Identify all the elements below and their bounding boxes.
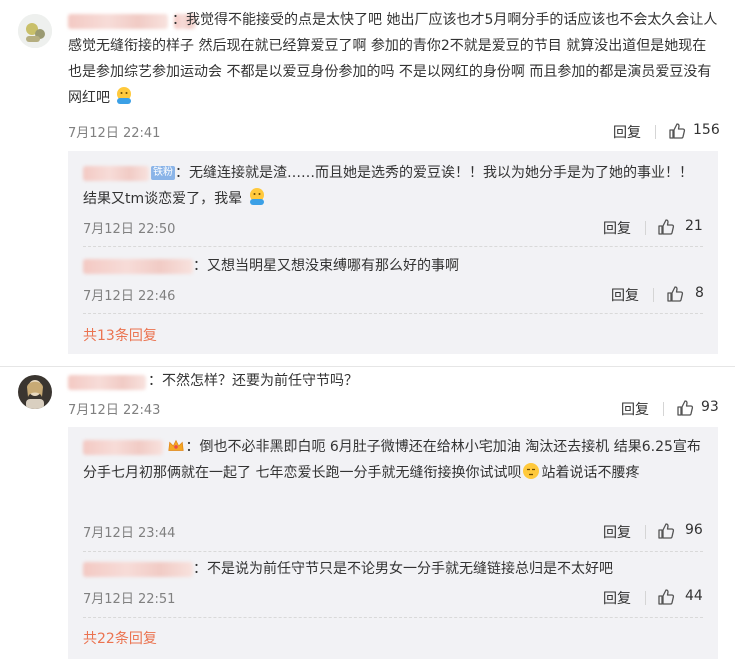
reply-button[interactable]: 回复 <box>611 285 639 305</box>
reply-time: 7月12日 22:46 <box>83 289 176 304</box>
emoji-icon <box>249 188 264 205</box>
avatar-image <box>18 375 52 409</box>
divider <box>653 288 654 302</box>
divider <box>645 221 646 235</box>
like-icon[interactable] <box>657 522 675 540</box>
divider <box>645 591 646 605</box>
reply-item: ：倒也不必非黑即白呃 6月肚子微博还在给林小宅加油 淘汰还去接机 结果6.25宣… <box>83 439 701 481</box>
reply-button[interactable]: 回复 <box>603 218 631 238</box>
like-icon[interactable] <box>666 285 684 303</box>
divider <box>663 402 664 416</box>
reply-time: 7月12日 22:50 <box>83 222 176 237</box>
like-icon[interactable] <box>657 218 675 236</box>
reply-item: ：又想当明星又想没束缚哪有那么好的事啊 <box>83 253 703 279</box>
comment-text: ：不然怎样？还要为前任守节吗？ <box>148 373 358 389</box>
like-count: 21 <box>685 218 703 234</box>
reply-time: 7月12日 23:44 <box>83 526 176 541</box>
reply-item: ：不是说为前任守节只是不论男女一分手就无缝链接总归是不太好吧 <box>83 556 703 582</box>
avatar-image <box>18 14 52 48</box>
colon: ： <box>172 12 186 28</box>
more-replies-link[interactable]: 共22条回复 <box>83 628 157 648</box>
reply-separator <box>83 313 703 314</box>
like-count: 93 <box>701 399 719 415</box>
like-count: 156 <box>693 122 720 138</box>
reply-separator <box>83 551 703 552</box>
emoji-icon <box>117 87 132 104</box>
reply-button[interactable]: 回复 <box>603 588 631 608</box>
reply-button[interactable]: 回复 <box>613 122 641 142</box>
like-icon[interactable] <box>668 122 686 140</box>
comment-separator <box>0 366 735 367</box>
reply-button[interactable]: 回复 <box>603 522 631 542</box>
comment-body: 不然怎样？还要为前任守节吗？ <box>162 373 358 389</box>
comment-time: 7月12日 22:43 <box>68 403 161 418</box>
reply-body: 不是说为前任守节只是不论男女一分手就无缝链接总归是不太好吧 <box>207 561 613 577</box>
reply-time: 7月12日 22:51 <box>83 592 176 607</box>
comment-body: 我觉得不能接受的点是太快了吧 她出厂应该也才5月啊分手的话应该也不会太久会让人感… <box>68 12 718 106</box>
like-icon[interactable] <box>657 588 675 606</box>
emoji-icon <box>523 463 540 479</box>
reply-button[interactable]: 回复 <box>621 399 649 419</box>
crown-icon <box>168 439 185 451</box>
avatar[interactable] <box>18 375 52 409</box>
like-count: 8 <box>695 285 704 301</box>
divider <box>655 125 656 139</box>
divider <box>645 525 646 539</box>
more-replies-link[interactable]: 共13条回复 <box>83 325 157 345</box>
reply-separator <box>83 617 703 618</box>
reply-separator <box>83 246 703 247</box>
like-count: 96 <box>685 522 703 538</box>
reply-item: 铁粉 ：无缝连接就是渣……而且她是选秀的爱豆诶！！我以为她分手是为了她的事业！！结… <box>83 165 693 207</box>
reply-body: 又想当明星又想没束缚哪有那么好的事啊 <box>207 258 459 274</box>
fan-badge: 铁粉 <box>151 166 175 180</box>
reply-body-end: 站着说话不腰疼 <box>541 465 640 481</box>
comment-text: ：我觉得不能接受的点是太快了吧 她出厂应该也才5月啊分手的话应该也不会太久会让人… <box>68 7 718 111</box>
comment-time: 7月12日 22:41 <box>68 126 161 141</box>
like-count: 44 <box>685 588 703 604</box>
like-icon[interactable] <box>676 399 694 417</box>
avatar[interactable] <box>18 14 52 48</box>
